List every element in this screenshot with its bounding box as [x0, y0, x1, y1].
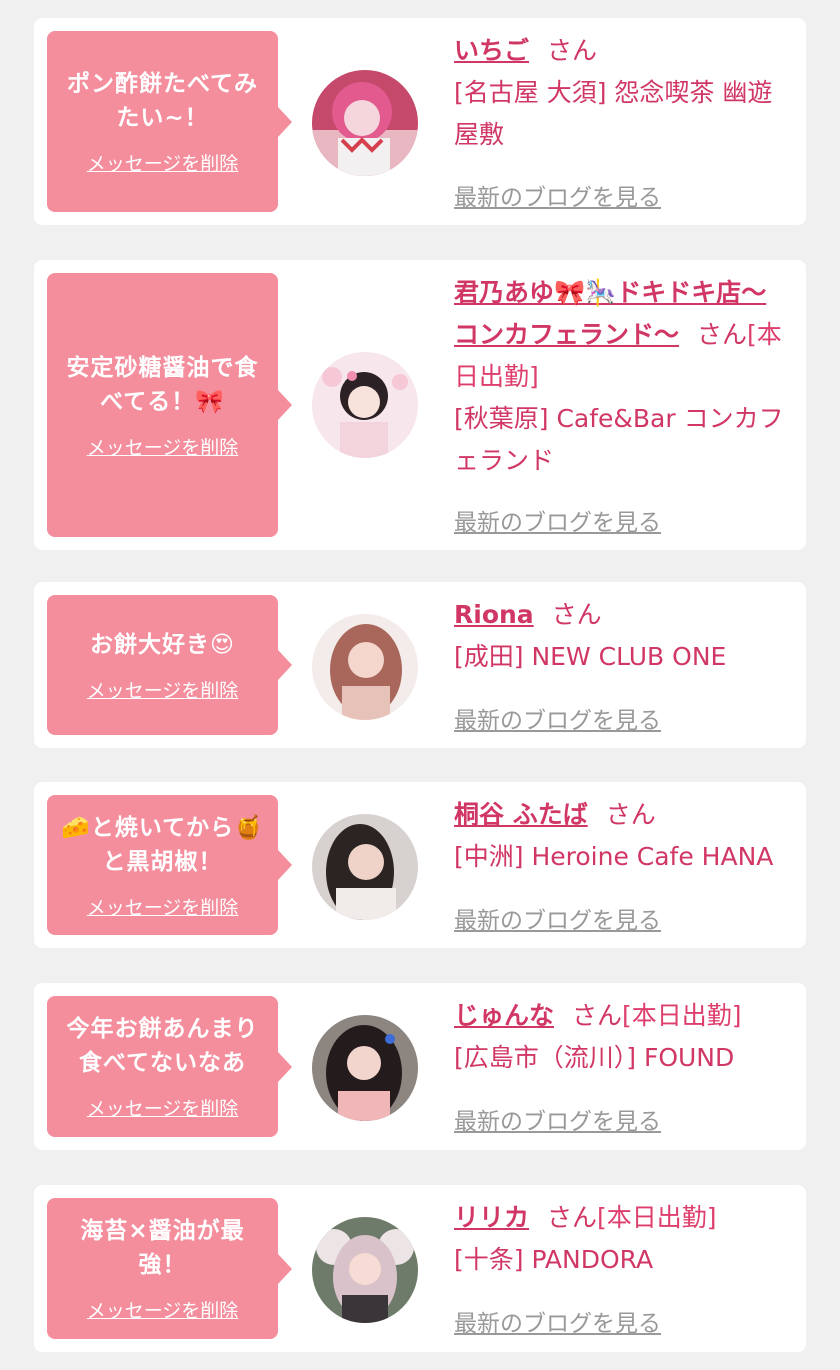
avatar[interactable]: [312, 614, 418, 720]
message-card: 安定砂糖醤油で食べてる！🎀 メッセージを削除 君乃あゆ🎀🎠ドキドキ店〜コンカフェ…: [34, 260, 806, 550]
message-card: 今年お餅あんまり食べてないなあ メッセージを削除 じゅんな さん[本日出勤] [広…: [34, 983, 806, 1150]
cast-info: 桐谷 ふたば さん [中洲] Heroine Cafe HANA: [454, 794, 784, 878]
avatar[interactable]: [312, 814, 418, 920]
avatar[interactable]: [312, 1015, 418, 1121]
name-line: Riona さん: [454, 594, 784, 636]
message-card: お餅大好き😍 メッセージを削除 Riona さん [成田] NEW CLUB ON…: [34, 582, 806, 748]
delete-message-link[interactable]: メッセージを削除: [87, 676, 239, 703]
cast-info: Riona さん [成田] NEW CLUB ONE: [454, 594, 784, 678]
message-bubble: 今年お餅あんまり食べてないなあ メッセージを削除: [47, 996, 292, 1137]
honorific: さん: [697, 320, 748, 349]
cast-name-link[interactable]: いちご: [454, 36, 529, 65]
message-bubble: ポン酢餅たべてみたい~！ メッセージを削除: [47, 31, 292, 212]
message-card: 海苔×醤油が最強！ メッセージを削除 リリカ さん[本日出勤] [十条] PAND…: [34, 1185, 806, 1352]
cast-name-link[interactable]: 桐谷 ふたば: [454, 800, 588, 829]
message-text: 今年お餅あんまり食べてないなあ: [66, 1016, 259, 1076]
avatar[interactable]: [312, 70, 418, 176]
shop-text: [秋葉原] Cafe&Bar コンカフェランド: [454, 404, 784, 475]
delete-message-link[interactable]: メッセージを削除: [87, 433, 239, 460]
message-text: 安定砂糖醤油で食べてる！🎀: [66, 354, 259, 415]
avatar[interactable]: [312, 352, 418, 458]
latest-blog-link[interactable]: 最新のブログを見る: [454, 901, 661, 935]
shop-text: [名古屋 大須] 怨念喫茶 幽遊屋敷: [454, 78, 773, 149]
status-text: [本日出勤]: [597, 1203, 717, 1232]
name-line: いちご さん: [454, 30, 784, 72]
cast-info: じゅんな さん[本日出勤] [広島市（流川）] FOUND: [454, 995, 784, 1079]
latest-blog-link[interactable]: 最新のブログを見る: [454, 503, 661, 537]
latest-blog-link[interactable]: 最新のブログを見る: [454, 178, 661, 212]
delete-message-link[interactable]: メッセージを削除: [87, 1296, 239, 1323]
message-text: ポン酢餅たべてみたい~！: [66, 71, 259, 131]
cast-name-link[interactable]: Riona: [454, 600, 534, 629]
message-text: お餅大好き😍: [90, 631, 235, 658]
name-line: 君乃あゆ🎀🎠ドキドキ店〜コンカフェランド〜 さん[本日出勤]: [454, 272, 784, 398]
message-bubble: お餅大好き😍 メッセージを削除: [47, 595, 292, 735]
cast-info: いちご さん [名古屋 大須] 怨念喫茶 幽遊屋敷: [454, 30, 784, 156]
avatar[interactable]: [312, 1217, 418, 1323]
shop-text: [中洲] Heroine Cafe HANA: [454, 842, 774, 871]
honorific: さん: [572, 1001, 623, 1030]
message-text: 🧀と焼いてから🍯と黒胡椒！: [61, 814, 264, 875]
cast-info: リリカ さん[本日出勤] [十条] PANDORA: [454, 1197, 784, 1281]
message-card: 🧀と焼いてから🍯と黒胡椒！ メッセージを削除 桐谷 ふたば さん [中洲] Her…: [34, 782, 806, 948]
delete-message-link[interactable]: メッセージを削除: [87, 893, 239, 920]
message-card: ポン酢餅たべてみたい~！ メッセージを削除 いちご さん [名古屋 大須] 怨念喫…: [34, 18, 806, 225]
delete-message-link[interactable]: メッセージを削除: [87, 149, 239, 176]
cast-name-link[interactable]: リリカ: [454, 1203, 529, 1232]
latest-blog-link[interactable]: 最新のブログを見る: [454, 701, 661, 735]
honorific: さん: [551, 600, 602, 629]
shop-text: [十条] PANDORA: [454, 1245, 654, 1274]
message-bubble: 🧀と焼いてから🍯と黒胡椒！ メッセージを削除: [47, 795, 292, 935]
cast-info: 君乃あゆ🎀🎠ドキドキ店〜コンカフェランド〜 さん[本日出勤] [秋葉原] Cafe…: [454, 272, 784, 482]
cast-name-link[interactable]: じゅんな: [454, 1001, 554, 1030]
latest-blog-link[interactable]: 最新のブログを見る: [454, 1304, 661, 1338]
shop-text: [成田] NEW CLUB ONE: [454, 642, 727, 671]
name-line: 桐谷 ふたば さん: [454, 794, 784, 836]
delete-message-link[interactable]: メッセージを削除: [87, 1094, 239, 1121]
message-text: 海苔×醤油が最強！: [80, 1218, 245, 1278]
honorific: さん: [547, 1203, 598, 1232]
honorific: さん: [605, 800, 656, 829]
status-text: [本日出勤]: [622, 1001, 742, 1030]
message-bubble: 海苔×醤油が最強！ メッセージを削除: [47, 1198, 292, 1339]
honorific: さん: [547, 36, 598, 65]
message-bubble: 安定砂糖醤油で食べてる！🎀 メッセージを削除: [47, 273, 292, 537]
name-line: リリカ さん[本日出勤]: [454, 1197, 784, 1239]
shop-text: [広島市（流川）] FOUND: [454, 1043, 735, 1072]
latest-blog-link[interactable]: 最新のブログを見る: [454, 1102, 661, 1136]
name-line: じゅんな さん[本日出勤]: [454, 995, 784, 1037]
